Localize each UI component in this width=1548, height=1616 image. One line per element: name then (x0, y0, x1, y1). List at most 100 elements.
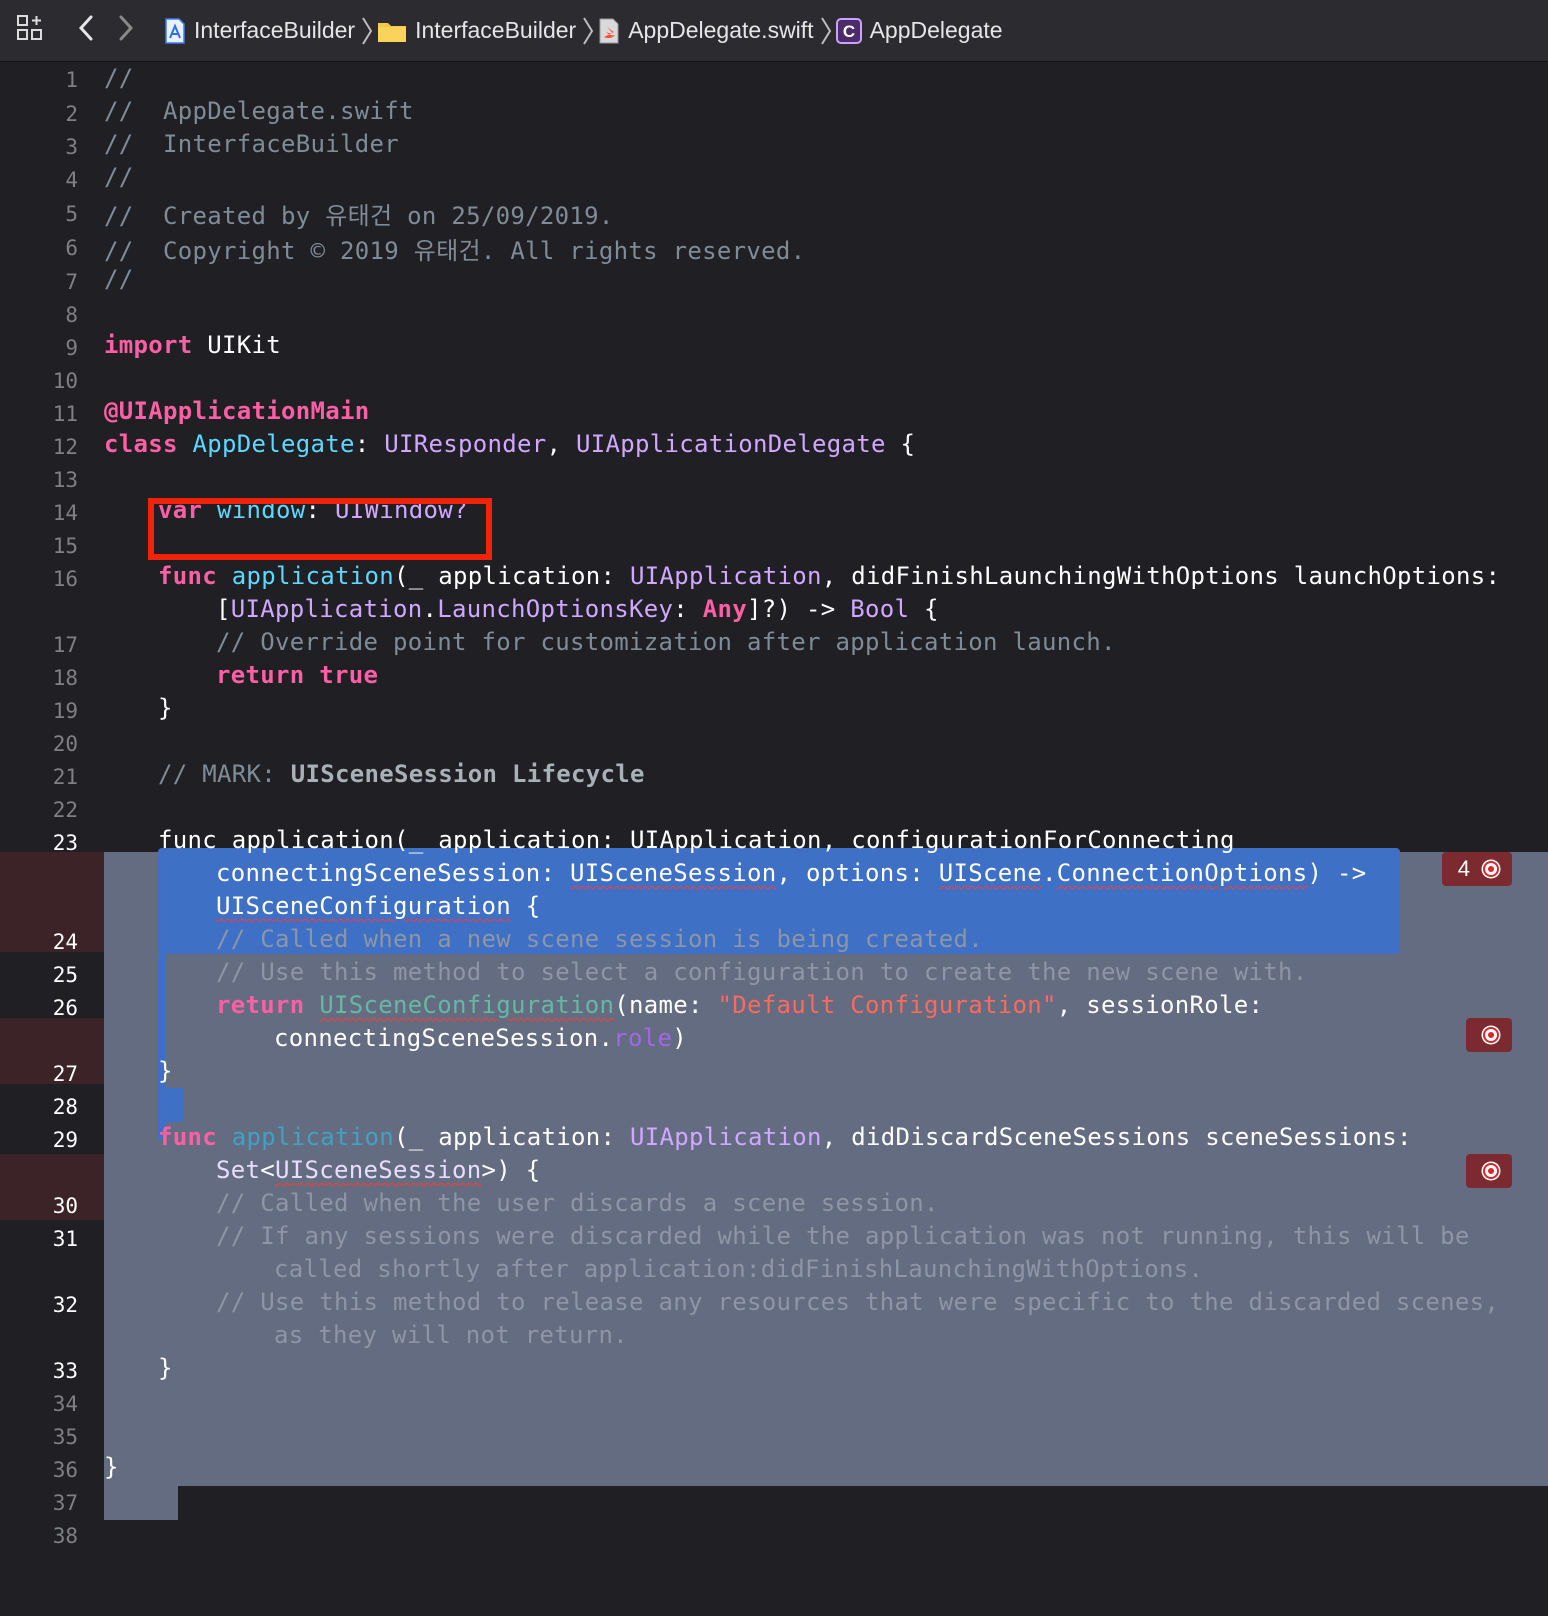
code-line-24: // Called when a new scene session is be… (216, 925, 983, 953)
line-number: 14 (52, 501, 78, 525)
code-line-23: func application(_ application: UIApplic… (158, 826, 1235, 854)
line-number: 22 (52, 798, 78, 822)
comment: // (104, 97, 134, 125)
line-number: 33 (52, 1359, 78, 1383)
line-number: 20 (52, 732, 78, 756)
code-line-11: @UIApplicationMain (104, 397, 370, 425)
text-selection-end (104, 1486, 178, 1520)
line-number: 11 (52, 402, 78, 426)
comment: called shortly after application:didFini… (274, 1255, 1204, 1283)
breadcrumb-label: InterfaceBuilder (415, 17, 577, 43)
line-number: 25 (52, 963, 78, 987)
code-line-3: // InterfaceBuilder (104, 130, 399, 158)
line-number: 6 (65, 236, 78, 260)
line-number: 27 (52, 1062, 78, 1086)
class-c-icon: C (835, 17, 862, 44)
line-number: 29 (52, 1128, 78, 1152)
line-number: 10 (52, 369, 78, 393)
line-number: 32 (52, 1293, 78, 1317)
line-number: 23 (52, 831, 78, 855)
line-number: 18 (52, 666, 78, 690)
chevron-left-icon (78, 15, 94, 47)
error-icon (1480, 1024, 1502, 1046)
line-number: 21 (52, 765, 78, 789)
code-line-21: // MARK: UISceneSession Lifecycle (158, 760, 645, 788)
comment: // (104, 202, 134, 230)
svg-text:C: C (842, 22, 854, 41)
code-line-16: func application(_ application: UIApplic… (158, 562, 1501, 590)
attribute: @UIApplicationMain (104, 397, 370, 425)
line-number: 15 (52, 534, 78, 558)
line-number: 30 (52, 1194, 78, 1218)
code-line-9: import UIKit (104, 331, 281, 359)
breadcrumb-folder[interactable]: InterfaceBuilder (377, 11, 576, 51)
comment: AppDelegate.swift (163, 97, 414, 125)
line-number: 2 (65, 102, 78, 126)
breadcrumb-label: AppDelegate (869, 17, 1003, 43)
code-line-12: class AppDelegate: UIResponder, UIApplic… (104, 430, 916, 458)
comment: Copyright © 2019 유태건. All rights reserve… (163, 237, 806, 265)
line-number: 9 (65, 336, 78, 360)
line-number: 38 (52, 1524, 78, 1548)
related-items-button[interactable] (0, 11, 60, 51)
error-icon (1480, 1160, 1502, 1182)
line-number: 37 (52, 1491, 78, 1515)
comment: // (104, 237, 134, 265)
code-line-36: } (104, 1453, 119, 1481)
breadcrumb-label: InterfaceBuilder (194, 17, 356, 43)
xcode-project-icon (164, 17, 186, 44)
declaration: AppDelegate (192, 430, 355, 458)
code-line-29-wrap: Set<UISceneSession>) { (216, 1156, 541, 1184)
scope-highlight-brace (158, 1088, 184, 1122)
comment: // Called when the user discards a scene… (216, 1189, 939, 1217)
code-line-7: // (104, 265, 134, 293)
line-number: 1 (65, 68, 78, 92)
line-number: 3 (65, 135, 78, 159)
code-line-25: // Use this method to select a configura… (216, 958, 1307, 986)
breadcrumb-project[interactable]: InterfaceBuilder (164, 11, 355, 51)
code-line-32: // Use this method to release any resour… (216, 1288, 1499, 1316)
type: UIApplicationDelegate (576, 430, 886, 458)
breadcrumb-separator-icon (361, 16, 373, 45)
code-line-23-wrap-2: UISceneConfiguration { (216, 892, 541, 920)
issue-count: 4 (1457, 856, 1470, 881)
line-number: 16 (52, 567, 78, 591)
code-line-6: // Copyright © 2019 유태건. All rights rese… (104, 231, 805, 266)
code-line-17: // Override point for customization afte… (216, 628, 1116, 656)
issue-badge-line-23[interactable]: 4 (1442, 852, 1512, 886)
code-line-5: // Created by 유태건 on 25/09/2019. (104, 196, 614, 231)
code-line-26-wrap: connectingSceneSession.role) (274, 1024, 687, 1052)
code-line-18: return true (216, 661, 379, 689)
swift-file-icon (598, 18, 620, 44)
comment: as they will not return. (274, 1321, 628, 1349)
source-editor[interactable]: 1 2 3 4 5 6 7 8 9 10 11 12 13 14 15 16 1… (0, 62, 1548, 1616)
line-number: 8 (65, 303, 78, 327)
code-line-26: return UISceneConfiguration(name: "Defau… (216, 991, 1264, 1019)
code-line-31-wrap: called shortly after application:didFini… (274, 1255, 1203, 1283)
code-line-29: func application(_ application: UIApplic… (158, 1123, 1412, 1151)
breadcrumb-file[interactable]: AppDelegate.swift (598, 11, 814, 51)
line-number: 35 (52, 1425, 78, 1449)
mark-comment: // MARK: (158, 760, 276, 788)
line-number: 17 (52, 633, 78, 657)
line-number: 5 (65, 202, 78, 226)
chevron-right-icon (118, 15, 134, 47)
comment: Created by 유태건 on 25/09/2019. (163, 202, 614, 230)
comment: // (104, 163, 134, 191)
forward-button[interactable] (106, 11, 146, 51)
line-number: 36 (52, 1458, 78, 1482)
issue-badge-line-26[interactable] (1466, 1018, 1512, 1052)
code-line-2: // AppDelegate.swift (104, 97, 414, 125)
line-number: 28 (52, 1095, 78, 1119)
code-line-32-wrap: as they will not return. (274, 1321, 628, 1349)
comment: // (104, 265, 134, 293)
comment: // (104, 64, 134, 92)
breadcrumb-separator-icon (820, 16, 832, 45)
breadcrumb-label: AppDelegate.swift (628, 17, 814, 43)
breadcrumb-symbol[interactable]: C AppDelegate (835, 11, 1003, 51)
issue-badge-line-29[interactable] (1466, 1154, 1512, 1188)
annotation-highlight-box (148, 498, 492, 560)
back-button[interactable] (66, 11, 106, 51)
code-line-31: // If any sessions were discarded while … (216, 1222, 1470, 1250)
comment: // Use this method to select a configura… (216, 958, 1308, 986)
